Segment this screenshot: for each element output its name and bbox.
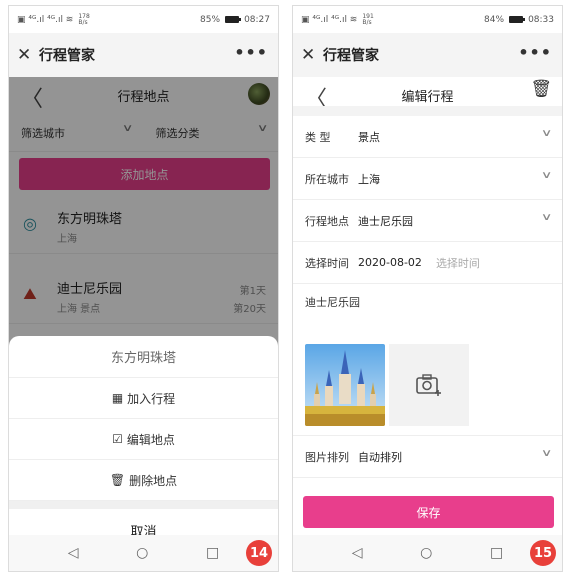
action-label: 编辑地点: [126, 432, 175, 447]
action-add-to-trip[interactable]: ▦ 加入行程: [9, 378, 278, 419]
battery-percent: 85%: [200, 14, 221, 25]
field-value: 迪士尼乐园: [358, 214, 413, 228]
photo-section: [293, 336, 562, 436]
nav-recent-icon[interactable]: □: [206, 545, 219, 561]
field-label: 选择时间: [305, 256, 349, 270]
battery-percent: 84%: [484, 14, 505, 25]
android-nav-bar: ◁ ○ □: [9, 535, 278, 571]
clock: 08:33: [528, 14, 554, 25]
app-header: ✕ 行程管家 •••: [293, 33, 562, 77]
edit-form: 类 型 景点 ∨ 所在城市 上海 ∨ 行程地点 迪士尼乐园 ∨ 选择时间 202…: [293, 116, 562, 478]
action-sheet-title: 东方明珠塔: [9, 336, 278, 378]
field-label: 类 型: [305, 130, 331, 144]
battery-icon: [225, 16, 242, 23]
field-value: 景点: [358, 130, 380, 144]
action-label: 加入行程: [127, 391, 176, 406]
divider: [9, 501, 278, 509]
photo-sort-select[interactable]: 图片排列 自动排列 ∨: [293, 436, 562, 478]
trash-icon: 🗑: [109, 473, 126, 487]
nav-back-icon[interactable]: ◁: [352, 545, 363, 561]
field-label: 图片排列: [305, 450, 349, 464]
battery-icon: [509, 16, 526, 23]
signal-icons: ▣ ⁴ᴳ.ıl ⁴ᴳ.ıl ≋: [17, 14, 74, 25]
edit-icon: ☑: [112, 432, 123, 446]
note-textarea[interactable]: 迪士尼乐园: [293, 284, 562, 336]
phone-screen-list: ▣ ⁴ᴳ.ıl ⁴ᴳ.ıl ≋ 178 B/s 85% 08:27 ✕ 行程管家…: [8, 5, 279, 572]
signal-icons: ▣ ⁴ᴳ.ıl ⁴ᴳ.ıl ≋: [301, 14, 358, 25]
app-header: ✕ 行程管家 •••: [9, 33, 278, 77]
network-speed: 178 B/s: [78, 12, 90, 26]
place-select[interactable]: 行程地点 迪士尼乐园 ∨: [293, 200, 562, 242]
app-title: 行程管家: [39, 48, 95, 64]
action-label: 删除地点: [129, 473, 178, 488]
field-label: 所在城市: [305, 172, 349, 186]
status-bar: ▣ ⁴ᴳ.ıl ⁴ᴳ.ıl ≋ 178 B/s 85% 08:27: [9, 6, 278, 33]
step-badge: 14: [246, 540, 272, 566]
chevron-down-icon: ∨: [540, 170, 553, 181]
castle-photo[interactable]: [305, 344, 385, 426]
nav-home-icon[interactable]: ○: [420, 545, 432, 561]
nav-back-icon[interactable]: ◁: [68, 545, 79, 561]
city-select[interactable]: 所在城市 上海 ∨: [293, 158, 562, 200]
action-delete-place[interactable]: 🗑 删除地点: [9, 460, 278, 501]
page-title: 编辑行程: [401, 89, 454, 105]
divider: [293, 106, 562, 116]
status-bar: ▣ ⁴ᴳ.ıl ⁴ᴳ.ıl ≋ 191 B/s 84% 08:33: [293, 6, 562, 33]
chevron-down-icon: ∨: [540, 128, 553, 139]
clock: 08:27: [244, 14, 270, 25]
date-value: 2020-08-02: [358, 256, 422, 269]
phone-screen-edit: ▣ ⁴ᴳ.ıl ⁴ᴳ.ıl ≋ 191 B/s 84% 08:33 ✕ 行程管家…: [292, 5, 563, 572]
field-value: 上海: [358, 172, 380, 186]
chevron-down-icon: ∨: [540, 448, 553, 459]
calendar-icon: ▦: [111, 391, 124, 405]
nav-home-icon[interactable]: ○: [136, 545, 148, 561]
field-value: 自动排列: [358, 450, 402, 464]
trash-icon[interactable]: 🗑: [530, 79, 552, 99]
more-icon[interactable]: •••: [518, 43, 552, 62]
close-icon[interactable]: ✕: [301, 45, 323, 65]
action-edit-place[interactable]: ☑ 编辑地点: [9, 419, 278, 460]
android-nav-bar: ◁ ○ □: [293, 535, 562, 571]
app-title: 行程管家: [323, 48, 379, 64]
close-icon[interactable]: ✕: [17, 45, 39, 65]
type-select[interactable]: 类 型 景点 ∨: [293, 116, 562, 158]
chevron-down-icon: ∨: [540, 212, 553, 223]
network-speed: 191 B/s: [362, 12, 374, 26]
field-label: 行程地点: [305, 214, 349, 228]
more-icon[interactable]: •••: [234, 43, 268, 62]
nav-recent-icon[interactable]: □: [490, 545, 503, 561]
camera-icon: [416, 374, 441, 396]
save-button[interactable]: 保存: [303, 496, 554, 528]
step-badge: 15: [530, 540, 556, 566]
add-photo-button[interactable]: [389, 344, 469, 426]
time-picker[interactable]: 选择时间 2020-08-02 选择时间: [293, 242, 562, 284]
time-placeholder: 选择时间: [435, 256, 480, 270]
